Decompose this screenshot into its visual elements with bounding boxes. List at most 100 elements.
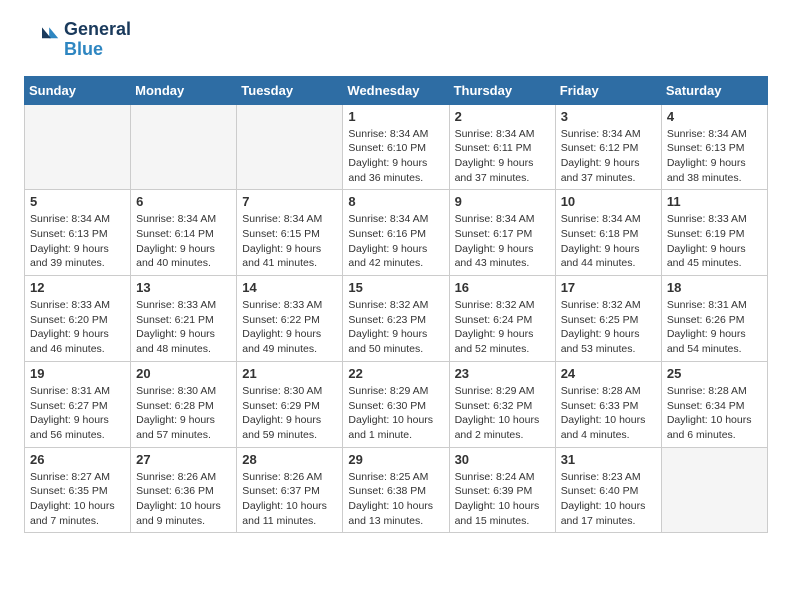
day-of-week-header: Monday — [131, 76, 237, 104]
day-number: 1 — [348, 109, 443, 124]
day-number: 7 — [242, 194, 337, 209]
day-info: Sunrise: 8:34 AM Sunset: 6:18 PM Dayligh… — [561, 212, 656, 271]
calendar-day-cell: 25 Sunrise: 8:28 AM Sunset: 6:34 PM Dayli… — [661, 361, 767, 447]
day-number: 24 — [561, 366, 656, 381]
calendar-day-cell: 3 Sunrise: 8:34 AM Sunset: 6:12 PM Daylig… — [555, 104, 661, 190]
day-info: Sunrise: 8:30 AM Sunset: 6:29 PM Dayligh… — [242, 384, 337, 443]
calendar-header-row: SundayMondayTuesdayWednesdayThursdayFrid… — [25, 76, 768, 104]
day-number: 27 — [136, 452, 231, 467]
day-number: 14 — [242, 280, 337, 295]
day-info: Sunrise: 8:32 AM Sunset: 6:25 PM Dayligh… — [561, 298, 656, 357]
day-number: 11 — [667, 194, 762, 209]
calendar-day-cell: 28 Sunrise: 8:26 AM Sunset: 6:37 PM Dayli… — [237, 447, 343, 533]
day-number: 3 — [561, 109, 656, 124]
day-info: Sunrise: 8:34 AM Sunset: 6:13 PM Dayligh… — [30, 212, 125, 271]
day-info: Sunrise: 8:34 AM Sunset: 6:15 PM Dayligh… — [242, 212, 337, 271]
calendar-table: SundayMondayTuesdayWednesdayThursdayFrid… — [24, 76, 768, 534]
day-info: Sunrise: 8:29 AM Sunset: 6:30 PM Dayligh… — [348, 384, 443, 443]
calendar-day-cell — [25, 104, 131, 190]
day-info: Sunrise: 8:31 AM Sunset: 6:26 PM Dayligh… — [667, 298, 762, 357]
day-info: Sunrise: 8:24 AM Sunset: 6:39 PM Dayligh… — [455, 470, 550, 529]
day-info: Sunrise: 8:34 AM Sunset: 6:11 PM Dayligh… — [455, 127, 550, 186]
day-number: 4 — [667, 109, 762, 124]
calendar-day-cell: 11 Sunrise: 8:33 AM Sunset: 6:19 PM Dayli… — [661, 190, 767, 276]
calendar-day-cell: 31Sunrise: 8:23 AM Sunset: 6:40 PM Dayli… — [555, 447, 661, 533]
day-number: 23 — [455, 366, 550, 381]
calendar-day-cell: 8 Sunrise: 8:34 AM Sunset: 6:16 PM Daylig… — [343, 190, 449, 276]
day-number: 31 — [561, 452, 656, 467]
logo-text: General Blue — [64, 20, 131, 60]
calendar-day-cell: 7 Sunrise: 8:34 AM Sunset: 6:15 PM Daylig… — [237, 190, 343, 276]
calendar-day-cell: 4 Sunrise: 8:34 AM Sunset: 6:13 PM Daylig… — [661, 104, 767, 190]
day-info: Sunrise: 8:33 AM Sunset: 6:22 PM Dayligh… — [242, 298, 337, 357]
day-number: 2 — [455, 109, 550, 124]
day-info: Sunrise: 8:34 AM Sunset: 6:16 PM Dayligh… — [348, 212, 443, 271]
day-of-week-header: Wednesday — [343, 76, 449, 104]
day-info: Sunrise: 8:33 AM Sunset: 6:20 PM Dayligh… — [30, 298, 125, 357]
page-header: General Blue — [24, 20, 768, 60]
calendar-day-cell: 16 Sunrise: 8:32 AM Sunset: 6:24 PM Dayli… — [449, 276, 555, 362]
calendar-day-cell — [661, 447, 767, 533]
calendar-day-cell: 6Sunrise: 8:34 AM Sunset: 6:14 PM Daylig… — [131, 190, 237, 276]
day-of-week-header: Thursday — [449, 76, 555, 104]
calendar-day-cell: 14 Sunrise: 8:33 AM Sunset: 6:22 PM Dayli… — [237, 276, 343, 362]
day-info: Sunrise: 8:29 AM Sunset: 6:32 PM Dayligh… — [455, 384, 550, 443]
day-number: 15 — [348, 280, 443, 295]
calendar-week-row: 19Sunrise: 8:31 AM Sunset: 6:27 PM Dayli… — [25, 361, 768, 447]
calendar-day-cell: 26 Sunrise: 8:27 AM Sunset: 6:35 PM Dayli… — [25, 447, 131, 533]
day-number: 5 — [30, 194, 125, 209]
calendar-day-cell: 12 Sunrise: 8:33 AM Sunset: 6:20 PM Dayli… — [25, 276, 131, 362]
calendar-day-cell — [237, 104, 343, 190]
day-number: 25 — [667, 366, 762, 381]
day-info: Sunrise: 8:26 AM Sunset: 6:37 PM Dayligh… — [242, 470, 337, 529]
day-info: Sunrise: 8:32 AM Sunset: 6:23 PM Dayligh… — [348, 298, 443, 357]
day-number: 18 — [667, 280, 762, 295]
calendar-day-cell: 24 Sunrise: 8:28 AM Sunset: 6:33 PM Dayli… — [555, 361, 661, 447]
day-info: Sunrise: 8:27 AM Sunset: 6:35 PM Dayligh… — [30, 470, 125, 529]
day-number: 22 — [348, 366, 443, 381]
day-info: Sunrise: 8:28 AM Sunset: 6:33 PM Dayligh… — [561, 384, 656, 443]
calendar-day-cell: 2 Sunrise: 8:34 AM Sunset: 6:11 PM Daylig… — [449, 104, 555, 190]
day-info: Sunrise: 8:32 AM Sunset: 6:24 PM Dayligh… — [455, 298, 550, 357]
day-of-week-header: Sunday — [25, 76, 131, 104]
day-number: 13 — [136, 280, 231, 295]
calendar-day-cell: 19Sunrise: 8:31 AM Sunset: 6:27 PM Dayli… — [25, 361, 131, 447]
calendar-day-cell — [131, 104, 237, 190]
day-info: Sunrise: 8:30 AM Sunset: 6:28 PM Dayligh… — [136, 384, 231, 443]
calendar-day-cell: 15 Sunrise: 8:32 AM Sunset: 6:23 PM Dayli… — [343, 276, 449, 362]
day-info: Sunrise: 8:34 AM Sunset: 6:13 PM Dayligh… — [667, 127, 762, 186]
day-info: Sunrise: 8:26 AM Sunset: 6:36 PM Dayligh… — [136, 470, 231, 529]
calendar-day-cell: 21 Sunrise: 8:30 AM Sunset: 6:29 PM Dayli… — [237, 361, 343, 447]
day-number: 9 — [455, 194, 550, 209]
calendar-week-row: 5 Sunrise: 8:34 AM Sunset: 6:13 PM Daylig… — [25, 190, 768, 276]
calendar-week-row: 1 Sunrise: 8:34 AM Sunset: 6:10 PM Daylig… — [25, 104, 768, 190]
day-number: 8 — [348, 194, 443, 209]
day-of-week-header: Friday — [555, 76, 661, 104]
calendar-week-row: 12 Sunrise: 8:33 AM Sunset: 6:20 PM Dayli… — [25, 276, 768, 362]
calendar-day-cell: 17 Sunrise: 8:32 AM Sunset: 6:25 PM Dayli… — [555, 276, 661, 362]
day-of-week-header: Saturday — [661, 76, 767, 104]
day-number: 12 — [30, 280, 125, 295]
day-number: 10 — [561, 194, 656, 209]
day-info: Sunrise: 8:34 AM Sunset: 6:10 PM Dayligh… — [348, 127, 443, 186]
day-number: 26 — [30, 452, 125, 467]
day-info: Sunrise: 8:25 AM Sunset: 6:38 PM Dayligh… — [348, 470, 443, 529]
day-info: Sunrise: 8:33 AM Sunset: 6:19 PM Dayligh… — [667, 212, 762, 271]
calendar-day-cell: 1 Sunrise: 8:34 AM Sunset: 6:10 PM Daylig… — [343, 104, 449, 190]
calendar-day-cell: 23 Sunrise: 8:29 AM Sunset: 6:32 PM Dayli… — [449, 361, 555, 447]
logo: General Blue — [24, 20, 131, 60]
day-number: 28 — [242, 452, 337, 467]
calendar-day-cell: 10 Sunrise: 8:34 AM Sunset: 6:18 PM Dayli… — [555, 190, 661, 276]
day-info: Sunrise: 8:34 AM Sunset: 6:12 PM Dayligh… — [561, 127, 656, 186]
day-number: 21 — [242, 366, 337, 381]
calendar-day-cell: 22 Sunrise: 8:29 AM Sunset: 6:30 PM Dayli… — [343, 361, 449, 447]
day-info: Sunrise: 8:28 AM Sunset: 6:34 PM Dayligh… — [667, 384, 762, 443]
day-number: 19 — [30, 366, 125, 381]
calendar-day-cell: 9Sunrise: 8:34 AM Sunset: 6:17 PM Daylig… — [449, 190, 555, 276]
calendar-day-cell: 13Sunrise: 8:33 AM Sunset: 6:21 PM Dayli… — [131, 276, 237, 362]
logo-icon — [24, 22, 60, 58]
day-number: 16 — [455, 280, 550, 295]
day-number: 29 — [348, 452, 443, 467]
day-number: 17 — [561, 280, 656, 295]
calendar-day-cell: 29 Sunrise: 8:25 AM Sunset: 6:38 PM Dayli… — [343, 447, 449, 533]
